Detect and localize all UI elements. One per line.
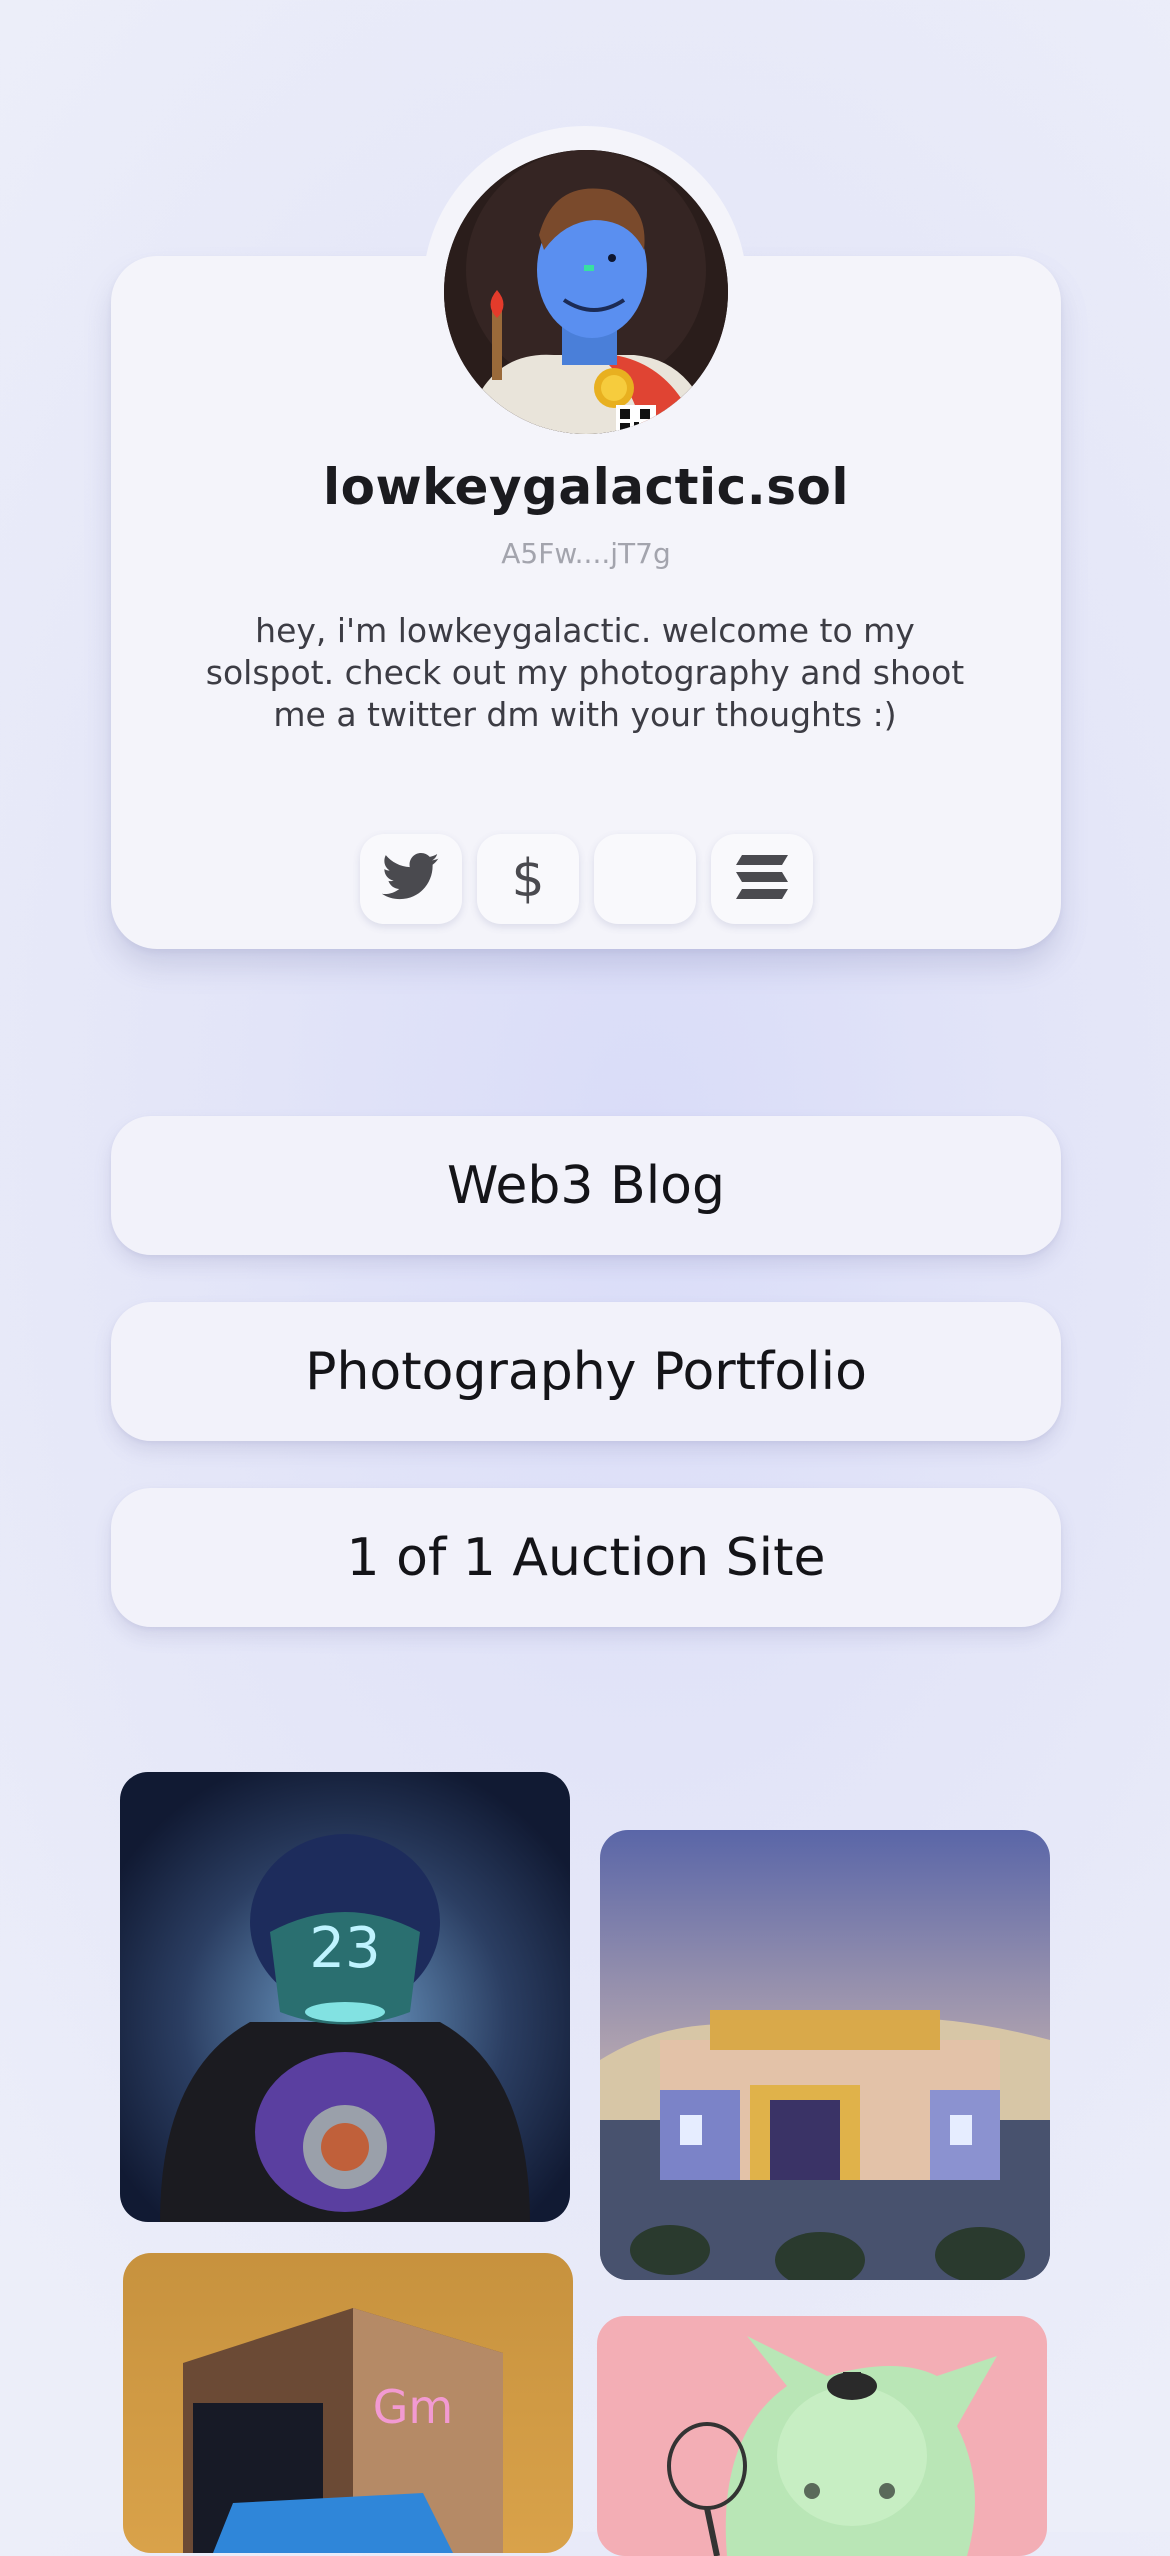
- solana-icon: [732, 853, 792, 905]
- gm-neon-text: Gm: [373, 2380, 453, 2434]
- avatar[interactable]: [444, 150, 728, 434]
- blank-social-button[interactable]: [594, 834, 696, 924]
- twitter-button[interactable]: [360, 834, 462, 924]
- dollar-icon: $: [511, 849, 545, 909]
- gallery-tile-creature[interactable]: [597, 2316, 1047, 2556]
- gallery-tile-gm-room[interactable]: Gm: [123, 2253, 573, 2553]
- link-auction-site[interactable]: 1 of 1 Auction Site: [111, 1488, 1061, 1627]
- link-photography-portfolio[interactable]: Photography Portfolio: [111, 1302, 1061, 1441]
- gallery-tile-robot[interactable]: 23: [120, 1772, 570, 2222]
- gallery-tile-house[interactable]: [600, 1830, 1050, 2280]
- solana-button[interactable]: [711, 834, 813, 924]
- twitter-icon: [381, 853, 440, 905]
- tip-button[interactable]: $: [477, 834, 579, 924]
- profile-bio: hey, i'm lowkeygalactic. welcome to my s…: [205, 611, 965, 734]
- robot-neon-text: 23: [309, 1916, 380, 1981]
- profile-name: lowkeygalactic.sol: [322, 458, 850, 516]
- link-web3-blog[interactable]: Web3 Blog: [111, 1116, 1061, 1255]
- wallet-address[interactable]: A5Fw....jT7g: [111, 537, 1061, 570]
